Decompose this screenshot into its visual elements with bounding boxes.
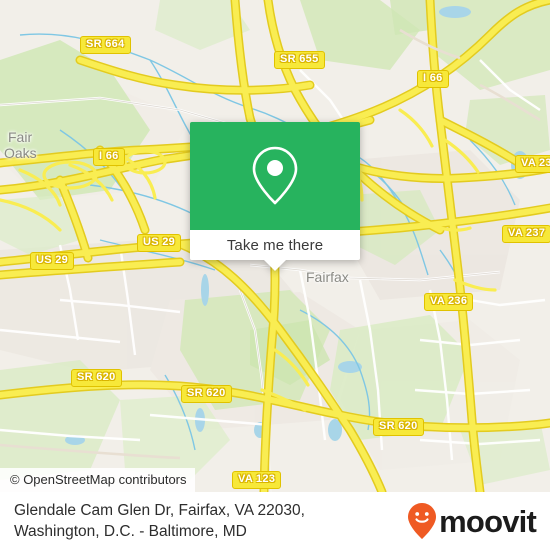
map-canvas[interactable]: SR 664 SR 655 I 66 I 66 VA 23 US 29 VA 2… <box>0 0 550 492</box>
map-pin-icon <box>252 146 298 205</box>
road-shield: I 66 <box>93 148 125 166</box>
road-shield: SR 655 <box>274 51 325 69</box>
place-label-oaks: Oaks <box>4 145 37 161</box>
take-me-there-label: Take me there <box>226 236 324 254</box>
road-shield: SR 620 <box>71 369 122 387</box>
road-shield: VA 123 <box>232 471 282 489</box>
place-label-fair: Fair <box>8 129 33 145</box>
location-popup[interactable]: Take me there <box>190 122 360 271</box>
road-shield: SR 620 <box>373 418 424 436</box>
screenshot-root: SR 664 SR 655 I 66 I 66 VA 23 US 29 VA 2… <box>0 0 550 550</box>
address-line-1: Glendale Cam Glen Dr, Fairfax, VA 22030, <box>14 502 305 519</box>
place-label-fairfax: Fairfax <box>306 269 349 285</box>
take-me-there-button[interactable]: Take me there <box>190 230 360 271</box>
address-line-2: Washington, D.C. - Baltimore, MD <box>14 523 247 540</box>
osm-attribution[interactable]: © OpenStreetMap contributors <box>0 468 195 492</box>
road-shield: VA 237 <box>502 225 550 243</box>
moovit-smiley-pin-icon <box>408 503 437 539</box>
popup-tail <box>264 260 286 271</box>
road-shield: US 29 <box>137 234 182 252</box>
road-shield: SR 664 <box>80 36 131 54</box>
road-shield: US 29 <box>30 252 75 270</box>
road-shield: VA 23 <box>515 155 550 173</box>
popup-image-area <box>190 122 360 230</box>
moovit-logo[interactable]: moovit <box>407 502 550 540</box>
road-shield: I 66 <box>417 70 449 88</box>
bottom-info-bar: Glendale Cam Glen Dr, Fairfax, VA 22030,… <box>0 492 550 550</box>
address-block: Glendale Cam Glen Dr, Fairfax, VA 22030,… <box>0 500 407 542</box>
moovit-wordmark: moovit <box>439 503 537 539</box>
road-shield: SR 620 <box>181 385 232 403</box>
road-shield: VA 236 <box>424 293 474 311</box>
